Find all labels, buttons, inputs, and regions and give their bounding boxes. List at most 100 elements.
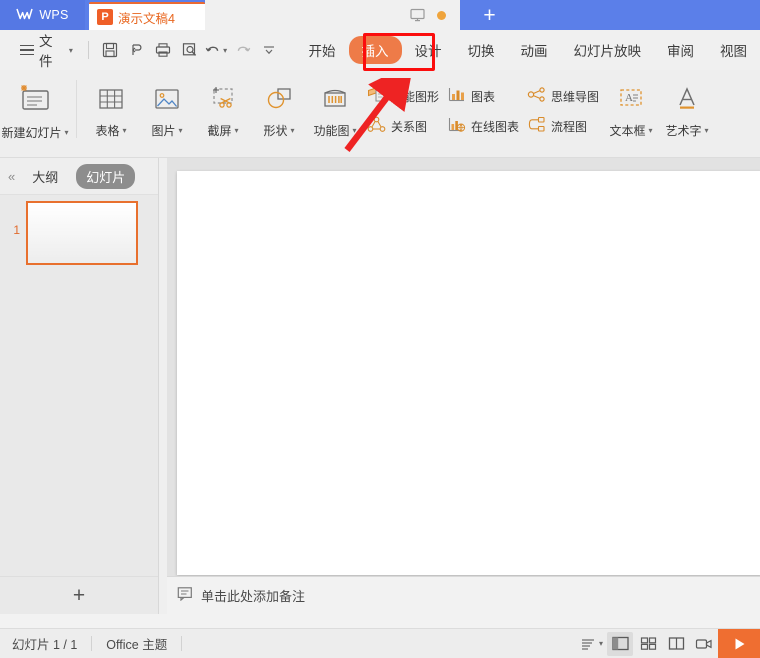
chart-button[interactable]: 图表 [443, 84, 523, 108]
shapes-button[interactable]: 形状 ▾ [251, 74, 307, 152]
chevron-double-down-icon [264, 46, 275, 55]
slide-thumbnail-1[interactable] [26, 201, 138, 265]
table-icon [95, 82, 127, 118]
new-slide-button[interactable]: 新建幻灯片 ▾ [0, 74, 70, 152]
textbox-icon: A [615, 82, 647, 118]
new-slide-icon [15, 80, 55, 120]
chevron-down-icon[interactable]: ▾ [705, 126, 709, 135]
tab-view[interactable]: 视图 [707, 36, 760, 64]
tab-review[interactable]: 审阅 [654, 36, 707, 64]
slides-panel: « 大纲 幻灯片 1 + [0, 158, 159, 614]
slide-editing-surface[interactable] [177, 171, 760, 575]
ribbon-group-media: 表格 ▾ 图片 ▾ 截屏 ▾ 形状 ▾ 功能图 ▾ [83, 74, 363, 156]
print-preview-button[interactable] [177, 37, 202, 63]
orange-status-dot[interactable] [436, 10, 446, 20]
function-chart-button[interactable]: 功能图 ▾ [307, 74, 363, 152]
new-tab-button[interactable]: + [459, 0, 520, 30]
ribbon-group-text: A 文本框 ▾ 艺术字 ▾ [603, 74, 715, 156]
status-divider [91, 636, 93, 651]
slide-sorter-button[interactable] [635, 632, 661, 656]
record-view-button[interactable] [691, 632, 717, 656]
relationship-diagram-button[interactable]: 关系图 [363, 114, 443, 138]
flowchart-button[interactable]: 流程图 [523, 114, 603, 138]
panel-tab-slides[interactable]: 幻灯片 [76, 163, 136, 189]
table-button[interactable]: 表格 ▾ [83, 74, 139, 152]
title-bar-right-space [519, 0, 760, 30]
tab-start[interactable]: 开始 [296, 36, 349, 64]
chevron-down-icon[interactable]: ▾ [353, 126, 357, 135]
undo-dropdown-icon[interactable]: ▾ [223, 46, 227, 55]
add-slide-bar: + [0, 576, 158, 614]
collapse-left-icon[interactable]: « [8, 169, 15, 184]
tab-transitions[interactable]: 切换 [455, 36, 508, 64]
screenshot-label: 截屏 [207, 124, 232, 138]
save-button[interactable] [98, 37, 123, 63]
hamburger-menu-icon [20, 44, 34, 56]
screenshot-scissors-icon [207, 82, 239, 118]
cloud-sync-icon [131, 44, 142, 55]
normal-view-button[interactable] [607, 631, 633, 656]
shapes-label: 形状 [263, 124, 288, 138]
svg-text:A: A [625, 92, 633, 104]
flowchart-icon [527, 116, 546, 136]
monitor-icon[interactable] [409, 8, 425, 22]
ribbon-tabs: 开始 插入 设计 切换 动画 幻灯片放映 审阅 视图 [296, 30, 760, 70]
online-chart-button[interactable]: 在线图表 [443, 114, 523, 138]
picture-button[interactable]: 图片 ▾ [139, 74, 195, 152]
smartart-label: 智能图形 [391, 89, 440, 104]
print-button[interactable] [151, 37, 176, 63]
file-menu-label: 文件 [39, 34, 53, 69]
tab-design[interactable]: 设计 [402, 36, 455, 64]
outline-sort-button[interactable]: ▾ [579, 632, 605, 656]
chevron-down-icon[interactable]: ▾ [179, 126, 183, 135]
view-controls: ▾ [578, 628, 760, 658]
file-menu-button[interactable]: 文件 ▾ [14, 34, 79, 69]
reading-view-button[interactable] [663, 632, 689, 656]
table-label: 表格 [95, 124, 120, 138]
relationship-diagram-label: 关系图 [391, 119, 428, 134]
tab-bar-filler [205, 0, 460, 30]
cloud-sync-button[interactable] [124, 37, 149, 63]
customize-qat-button[interactable] [257, 37, 282, 63]
chevron-down-icon[interactable]: ▾ [599, 639, 603, 648]
mindmap-button[interactable]: 思维导图 [523, 84, 603, 108]
undo-button[interactable]: ▾ [204, 37, 229, 63]
tab-animations[interactable]: 动画 [508, 36, 561, 64]
smartart-button[interactable]: 智能图形 [363, 84, 443, 108]
panel-splitter[interactable] [159, 158, 167, 614]
print-icon [156, 43, 171, 57]
notes-pane[interactable]: 单击此处添加备注 [167, 576, 760, 614]
ribbon-group-slides: 新建幻灯片 ▾ [0, 74, 70, 156]
wps-home-label: WPS [39, 8, 69, 22]
textbox-button[interactable]: A 文本框 ▾ [603, 74, 659, 152]
theme-label[interactable]: Office 主题 [106, 634, 181, 653]
wordart-button[interactable]: 艺术字 ▾ [659, 74, 715, 152]
chart-stack: 图表 在线图表 [443, 74, 523, 138]
mindmap-stack: 思维导图 流程图 [523, 74, 603, 138]
document-tab-1[interactable]: P 演示文稿4 [89, 2, 205, 30]
start-slideshow-button[interactable] [718, 628, 760, 658]
notes-comment-icon [177, 586, 193, 606]
chevron-down-icon[interactable]: ▾ [291, 126, 295, 135]
chevron-down-icon[interactable]: ▾ [65, 128, 69, 137]
slide-number: 1 [13, 223, 20, 237]
status-divider-2 [181, 636, 183, 651]
online-chart-label: 在线图表 [471, 119, 520, 134]
add-slide-button[interactable]: + [73, 585, 85, 606]
textbox-label: 文本框 [609, 124, 646, 138]
chevron-down-icon[interactable]: ▾ [649, 126, 653, 135]
slide-count-label[interactable]: 幻灯片 1 / 1 [12, 634, 91, 653]
play-triangle-icon [735, 638, 744, 649]
chevron-down-icon[interactable]: ▾ [123, 126, 127, 135]
screenshot-button[interactable]: 截屏 ▾ [195, 74, 251, 152]
redo-button[interactable] [230, 37, 255, 63]
tab-slideshow[interactable]: 幻灯片放映 [561, 36, 655, 64]
panel-tab-outline[interactable]: 大纲 [22, 164, 68, 189]
picture-label: 图片 [151, 124, 176, 138]
title-bar: WPS P 演示文稿4 + [0, 0, 760, 30]
slide-thumbnail-list: 1 [0, 194, 158, 576]
tab-insert[interactable]: 插入 [348, 36, 402, 64]
flowchart-label: 流程图 [551, 119, 588, 134]
wps-home-button[interactable]: WPS [0, 0, 85, 30]
chevron-down-icon[interactable]: ▾ [235, 126, 239, 135]
